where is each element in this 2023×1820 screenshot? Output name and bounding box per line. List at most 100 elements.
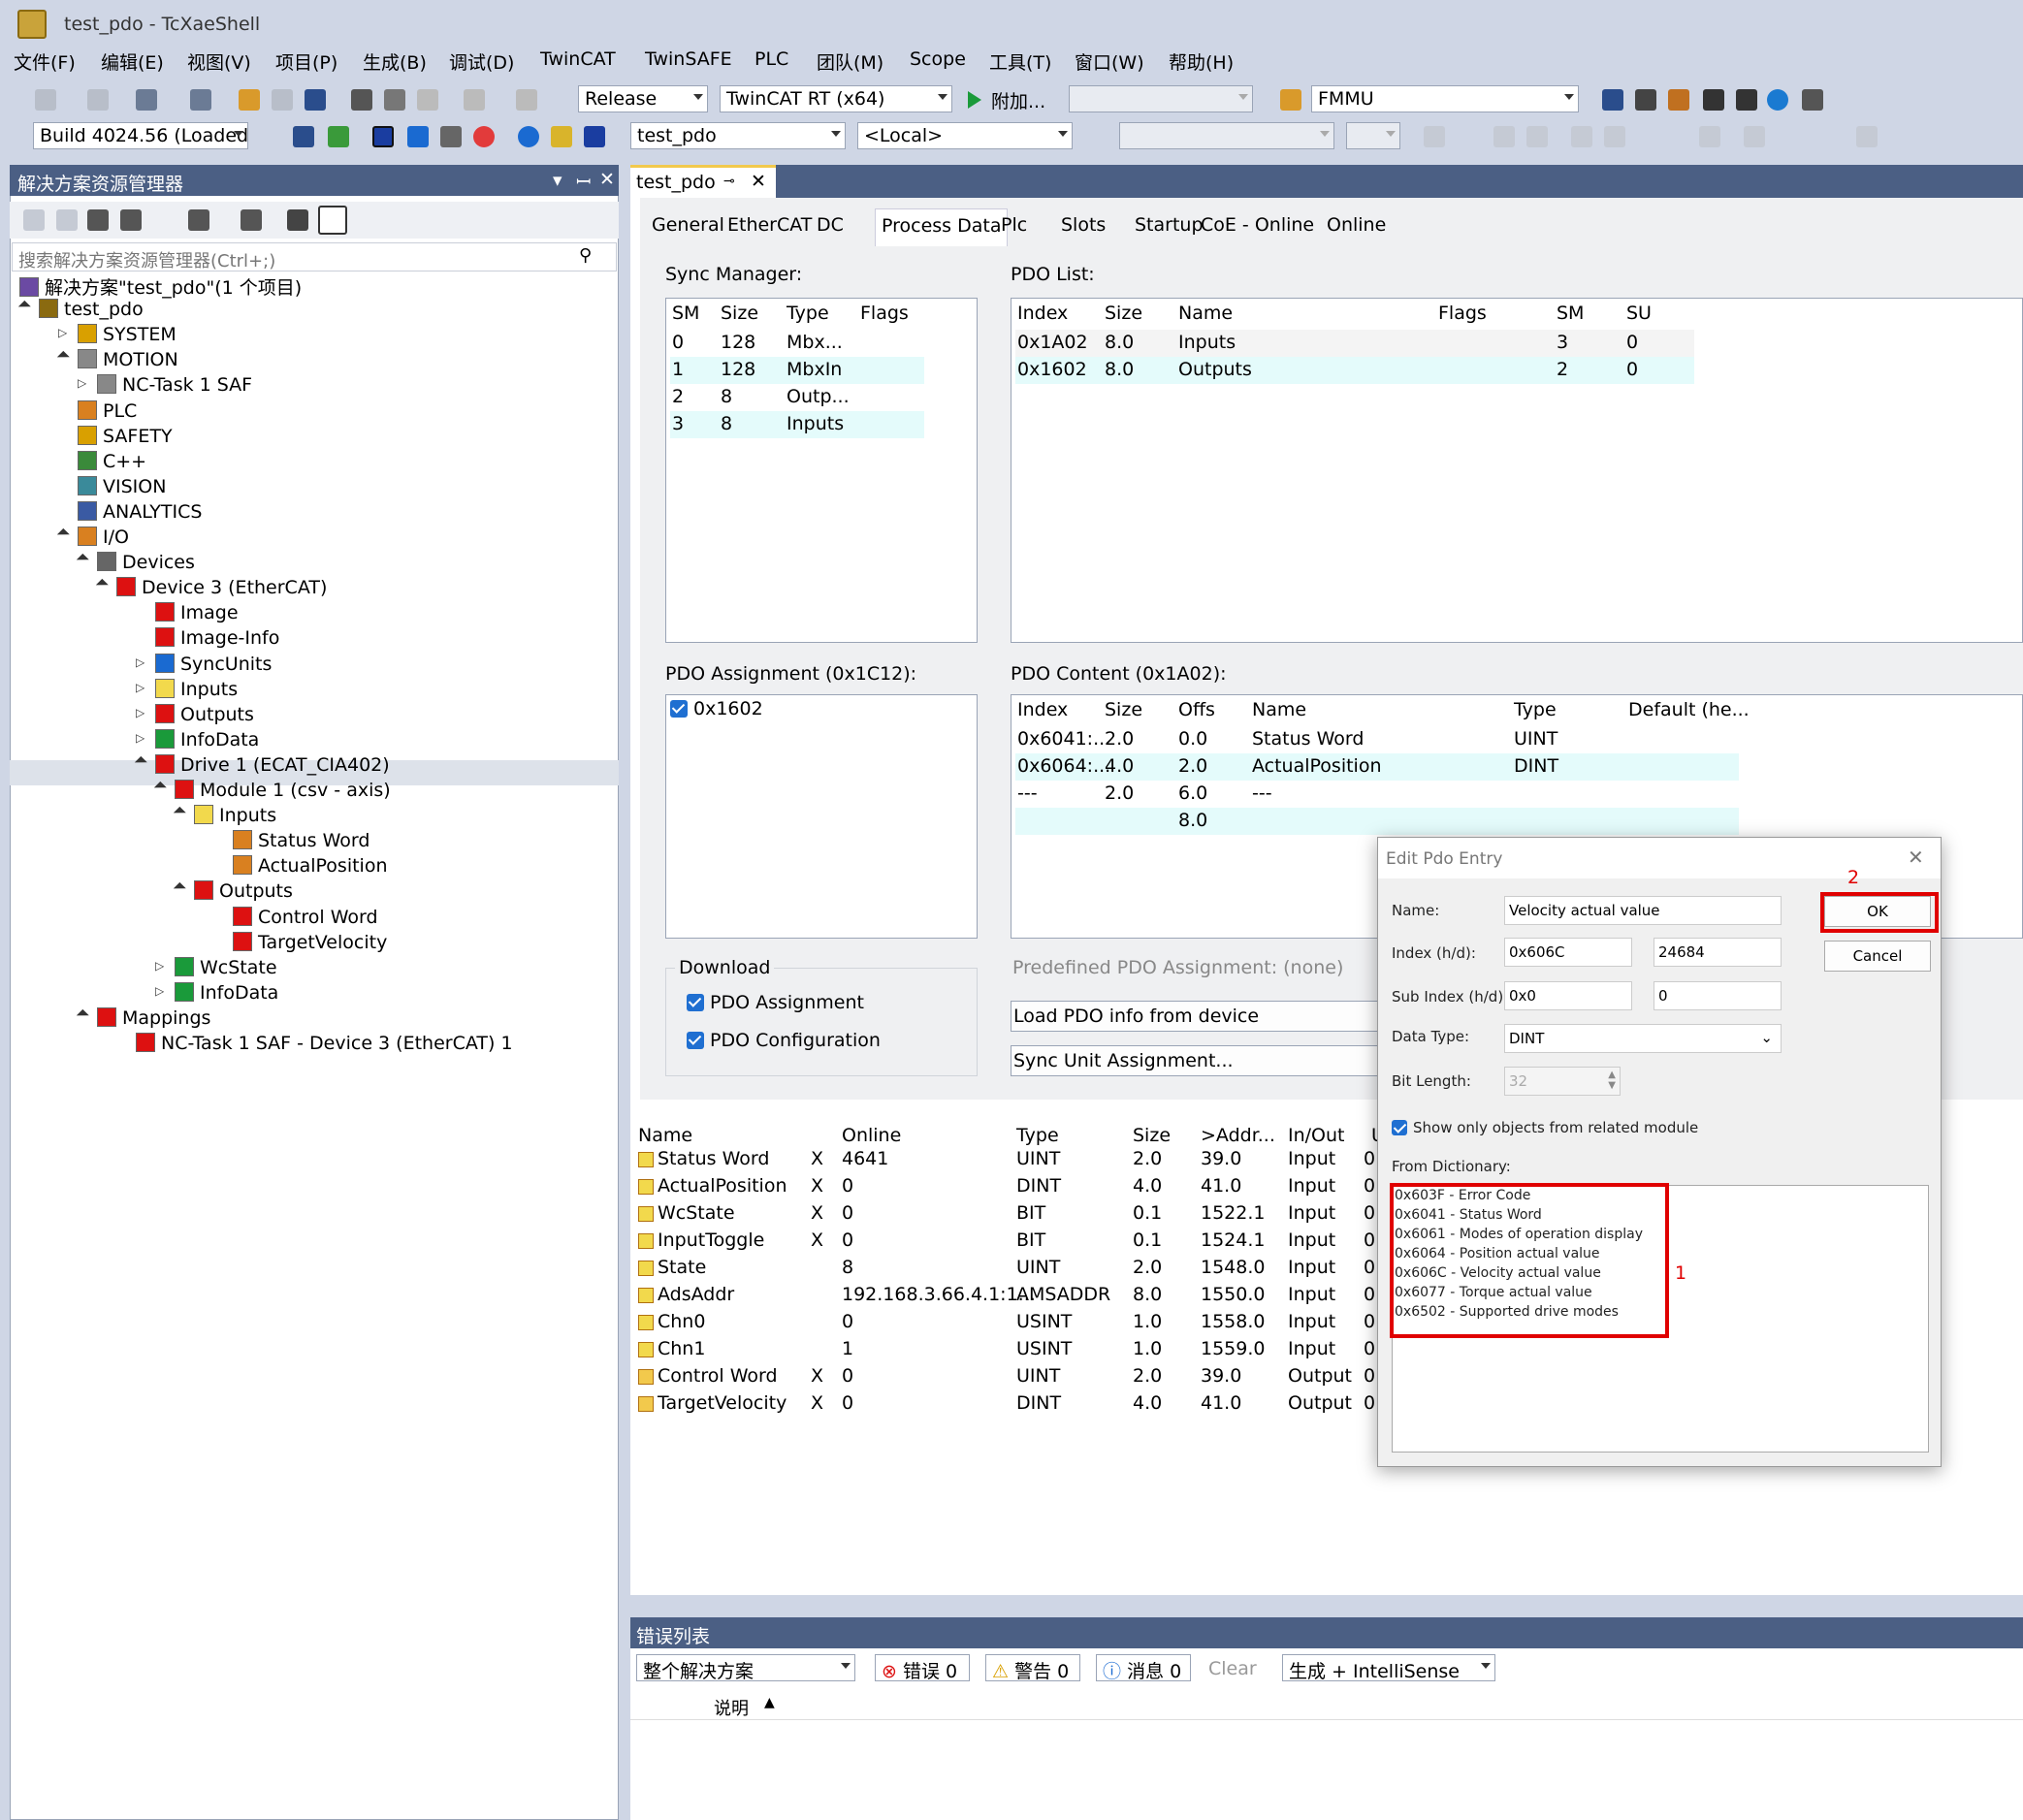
- target-icon[interactable]: [1280, 89, 1301, 111]
- column-header[interactable]: >Addr...: [1201, 1125, 1275, 1146]
- show-only-checkbox[interactable]: Show only objects from related module: [1392, 1119, 1698, 1136]
- tree-item[interactable]: ◢ Inputs: [171, 805, 276, 830]
- tree-item[interactable]: NC-Task 1 SAF - Device 3 (EtherCAT) 1: [136, 1033, 513, 1058]
- tc-scan-icon[interactable]: [473, 126, 495, 147]
- paste-icon[interactable]: [417, 89, 438, 111]
- preview-icon[interactable]: [318, 206, 347, 235]
- tree-item[interactable]: ActualPosition: [233, 855, 388, 880]
- tree-item[interactable]: ◢ test_pdo: [16, 299, 144, 324]
- column-header[interactable]: Size: [721, 303, 758, 324]
- column-header[interactable]: Size: [1105, 699, 1142, 720]
- tab-coe-online[interactable]: CoE - Online: [1201, 214, 1314, 236]
- column-header[interactable]: SU: [1626, 303, 1652, 324]
- table-cell[interactable]: ActualPosition: [658, 1175, 787, 1197]
- build-source-select[interactable]: 生成 + IntelliSense: [1282, 1654, 1495, 1681]
- pdo-list[interactable]: Index Size Name Flags SM SU 0x1A02 8.0 Inputs 3 0 0…: [1011, 298, 2023, 643]
- pin-icon[interactable]: ⊸: [723, 174, 735, 189]
- menu-item[interactable]: 文件(F): [14, 48, 76, 75]
- add-item-icon[interactable]: [190, 89, 211, 111]
- tab-dc[interactable]: DC: [817, 214, 844, 236]
- tree-item[interactable]: VISION: [78, 475, 166, 501]
- menu-item[interactable]: 编辑(E): [101, 48, 164, 75]
- tree-item[interactable]: ◢ I/O: [54, 527, 129, 552]
- solution-search-input[interactable]: 搜索解决方案资源管理器(Ctrl+;) ⚲: [12, 242, 617, 271]
- redo-icon[interactable]: [516, 89, 537, 111]
- column-header[interactable]: Size: [1133, 1125, 1171, 1146]
- table-cell[interactable]: Control Word: [658, 1365, 778, 1387]
- search-icon[interactable]: ⚲: [579, 245, 592, 266]
- table-row[interactable]: [1015, 808, 1739, 835]
- breakpoint-icon[interactable]: [1744, 126, 1765, 147]
- local-select[interactable]: <Local>: [857, 122, 1073, 149]
- project-select[interactable]: test_pdo: [630, 122, 846, 149]
- description-column[interactable]: 说明: [714, 1695, 749, 1720]
- tab-plc[interactable]: Plc: [1001, 214, 1027, 236]
- tc-toggle-icon[interactable]: [551, 126, 572, 147]
- tree-item[interactable]: C++: [78, 450, 146, 476]
- checkbox-icon[interactable]: [1392, 1120, 1407, 1135]
- menu-item[interactable]: 帮助(H): [1169, 48, 1234, 75]
- pdo-assignment-item[interactable]: 0x1602: [670, 698, 763, 719]
- empty-select[interactable]: [1069, 85, 1253, 112]
- index-dec-field[interactable]: 24684: [1654, 938, 1782, 967]
- column-header[interactable]: Type: [787, 303, 829, 324]
- column-header[interactable]: Online: [842, 1125, 901, 1146]
- tree-item[interactable]: ◢ Drive 1 (ECAT_CIA402): [132, 753, 390, 780]
- column-header[interactable]: Name: [638, 1125, 692, 1146]
- tree-item[interactable]: ANALYTICS: [78, 500, 202, 527]
- back-icon[interactable]: [35, 89, 56, 111]
- table-cell[interactable]: InputToggle: [658, 1229, 764, 1251]
- properties-icon[interactable]: [287, 209, 308, 231]
- tc-run-icon[interactable]: [328, 126, 349, 147]
- menu-item[interactable]: TwinSAFE: [645, 48, 732, 70]
- column-header[interactable]: Type: [1016, 1125, 1059, 1146]
- forward-icon[interactable]: [87, 89, 109, 111]
- tab-online[interactable]: Online: [1327, 214, 1386, 236]
- platform-select[interactable]: TwinCAT RT (x64): [720, 85, 952, 112]
- menu-item[interactable]: TwinCAT: [540, 48, 616, 70]
- tree-item[interactable]: ◢ Outputs: [171, 880, 293, 906]
- expand-arrow-icon[interactable]: ▷: [155, 984, 164, 998]
- clear-button[interactable]: Clear: [1208, 1658, 1257, 1679]
- tree-item[interactable]: TargetVelocity: [233, 931, 387, 957]
- step-out-icon[interactable]: [1604, 126, 1625, 147]
- logout-icon[interactable]: [1526, 126, 1548, 147]
- expand-arrow-icon[interactable]: ▷: [136, 706, 144, 719]
- tree-item[interactable]: ◢ Devices: [74, 552, 195, 577]
- column-header[interactable]: Flags: [860, 303, 909, 324]
- pdo-assignment-checkbox[interactable]: PDO Assignment: [687, 992, 864, 1013]
- tree-item[interactable]: SAFETY: [78, 425, 173, 451]
- column-header[interactable]: Name: [1178, 303, 1233, 324]
- close-icon[interactable]: ✕: [599, 169, 615, 190]
- table-cell[interactable]: AdsAddr: [658, 1284, 734, 1305]
- tree-item[interactable]: ◢ Device 3 (EtherCAT): [93, 577, 327, 602]
- checkbox-icon[interactable]: [687, 1032, 704, 1049]
- stop-icon[interactable]: [1493, 126, 1515, 147]
- menu-item[interactable]: 工具(T): [989, 48, 1051, 75]
- table-cell[interactable]: Status Word: [658, 1148, 769, 1169]
- history-icon[interactable]: [188, 209, 209, 231]
- reset-icon[interactable]: [1699, 126, 1720, 147]
- table-cell[interactable]: Chn0: [658, 1311, 705, 1332]
- tree-item[interactable]: ◢ Mappings: [74, 1006, 210, 1033]
- tree-item[interactable]: PLC: [78, 399, 137, 426]
- empty-select-2[interactable]: [1119, 122, 1334, 149]
- tc-activate-icon[interactable]: [1668, 89, 1689, 111]
- cut-icon[interactable]: [351, 89, 372, 111]
- tree-item[interactable]: ▷ NC-Task 1 SAF: [78, 374, 252, 399]
- menu-item[interactable]: PLC: [755, 48, 788, 70]
- tab-slots[interactable]: Slots: [1061, 214, 1106, 236]
- load-pdo-button[interactable]: Load PDO info from device: [1011, 1001, 1398, 1032]
- tree-item[interactable]: Image-Info: [155, 627, 279, 653]
- expand-arrow-icon[interactable]: ▷: [136, 731, 144, 745]
- column-header[interactable]: Flags: [1438, 303, 1487, 324]
- tc-mode-icon[interactable]: [372, 126, 394, 147]
- column-header[interactable]: SM: [672, 303, 699, 324]
- save-icon[interactable]: [272, 89, 293, 111]
- warnings-filter-button[interactable]: ⚠ 警告 0: [985, 1654, 1080, 1681]
- tab-ethercat[interactable]: EtherCAT: [727, 214, 812, 236]
- expand-arrow-icon[interactable]: ▷: [136, 655, 144, 669]
- sub-index-dec-field[interactable]: 0: [1654, 981, 1782, 1010]
- tc-tree-icon[interactable]: [293, 126, 314, 147]
- tab-startup[interactable]: Startup: [1135, 214, 1204, 236]
